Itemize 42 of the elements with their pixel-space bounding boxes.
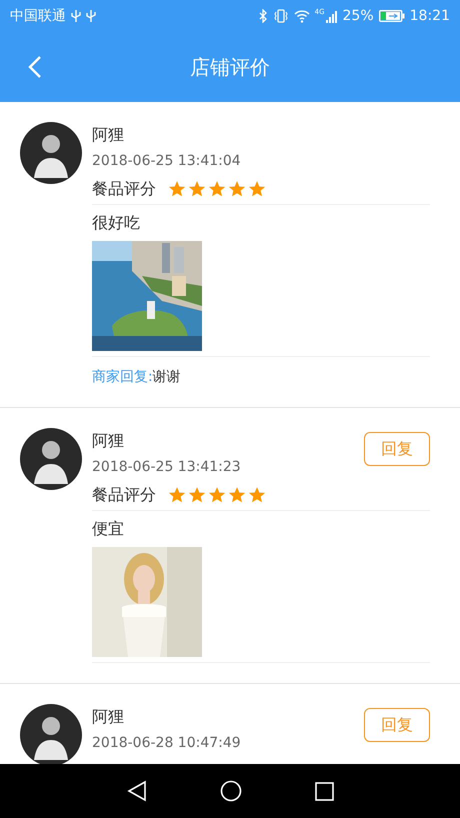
- home-nav-icon[interactable]: [220, 780, 242, 802]
- merchant-reply-text: 谢谢: [152, 369, 181, 385]
- review-date: 2018-06-25 13:41:04: [92, 152, 241, 171]
- vibrate-icon: [272, 9, 289, 23]
- recents-nav-icon[interactable]: [314, 782, 334, 800]
- star-icon: [248, 486, 266, 504]
- reply-button[interactable]: 回复: [364, 708, 430, 742]
- merchant-reply-label: 商家回复:: [92, 369, 153, 385]
- clock-time: 18:21: [410, 8, 450, 24]
- star-icon: [248, 180, 266, 198]
- back-icon: [28, 55, 42, 79]
- rating-label: 餐品评分: [92, 484, 156, 506]
- reply-button[interactable]: 回复: [364, 432, 430, 466]
- reviewer-name: 阿狸: [92, 430, 125, 452]
- star-icon: [208, 486, 226, 504]
- avatar-icon: [20, 122, 82, 184]
- bluetooth-icon: [258, 9, 268, 23]
- usb-icon: [71, 9, 81, 23]
- review-date: 2018-06-28 10:47:49: [92, 734, 241, 753]
- carrier-name: 中国联通: [10, 7, 66, 25]
- star-icon: [168, 180, 186, 198]
- back-nav-icon[interactable]: [126, 780, 146, 802]
- reviewer-name: 阿狸: [92, 124, 125, 146]
- star-icon: [188, 486, 206, 504]
- signal-icon: [326, 10, 338, 22]
- page-title: 店铺评价: [190, 54, 270, 80]
- star-icon: [208, 180, 226, 198]
- review-date: 2018-06-25 13:41:23: [92, 458, 241, 477]
- star-icon: [228, 180, 246, 198]
- battery-percent: 25%: [342, 8, 374, 24]
- usb-icon: [86, 9, 96, 23]
- star-icon: [228, 486, 246, 504]
- rating-label: 餐品评分: [92, 178, 156, 200]
- review-comment: 很好吃: [92, 213, 141, 233]
- star-icon: [168, 486, 186, 504]
- avatar-icon: [20, 704, 82, 764]
- battery-icon: [378, 10, 405, 22]
- star-icon: [188, 180, 206, 198]
- reviewer-name: 阿狸: [92, 706, 125, 728]
- review-comment: 便宜: [92, 519, 125, 539]
- wifi-icon: [294, 10, 310, 22]
- avatar-icon: [20, 428, 82, 490]
